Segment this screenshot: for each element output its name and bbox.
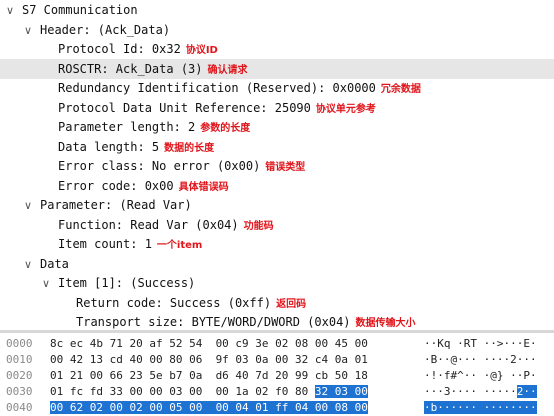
hex-bytes[interactable]: 01 21 00 66 23 5e b7 0a d6 40 7d 20 99 c… [50,368,368,384]
tree-item[interactable]: ROSCTR: Ack_Data (3) 确认请求 [0,58,554,79]
tree-item[interactable]: ∨ Data [0,254,69,274]
expand-toggle-icon[interactable]: ∨ [22,21,34,41]
tree-item[interactable]: Error class: No error (0x00) 错误类型 [0,156,305,176]
tree-item-text: Error class: No error (0x00) [58,159,261,173]
tree-item-text: Protocol Data Unit Reference: 25090 [58,100,311,115]
hex-row[interactable]: 0030 01 fc fd 33 00 00 03 00 00 1a 02 f0 … [0,384,554,400]
hex-ascii-selected: 2·· [516,385,537,398]
tree-item-text: Parameter: (Read Var) [40,198,192,212]
tree-item[interactable]: Transport size: BYTE/WORD/DWORD (0x04) 数据… [0,312,416,330]
tree-item[interactable]: Redundancy Identification (Reserved): 0x… [0,78,421,98]
hex-ascii-plain: ·!·f#^·· ·@} ··P· [424,369,537,382]
hex-bytes-plain: 01 fc fd 33 00 00 03 00 00 1a 02 f0 80 [50,385,315,398]
hex-bytes[interactable]: 00 42 13 cd 40 00 80 06 9f 03 0a 00 32 c… [50,352,368,368]
annotation-label: 确认请求 [207,64,248,76]
hex-ascii-plain: ··Kq ·RT ··>···E· [424,337,537,350]
hex-row[interactable]: 0040 00 62 02 00 02 00 05 00 00 04 01 ff … [0,400,554,416]
hex-ascii-selected: ·b······ ········ [424,401,537,414]
tree-item[interactable]: Function: Read Var (0x04) 功能码 [0,215,274,235]
expand-toggle-icon[interactable]: ∨ [22,196,34,216]
tree-item[interactable]: Protocol Data Unit Reference: 25090 协议单元参… [0,98,376,118]
expand-toggle-icon[interactable]: ∨ [4,1,16,21]
tree-item[interactable]: Data length: 5 数据的长度 [0,137,214,157]
hex-offset: 0000 [6,337,33,350]
tree-item-text: Protocol Id: 0x32 [58,42,181,56]
annotation-label: 具体错误码 [178,181,229,193]
packet-bytes-pane[interactable]: 0000 8c ec 4b 71 20 af 52 54 00 c9 3e 02 … [0,333,554,416]
tree-item-text: Item [1]: (Success) [58,276,196,290]
tree-item-text: Function: Read Var (0x04) [58,217,239,232]
hex-ascii[interactable]: ·b······ ········ [424,400,537,416]
hex-ascii[interactable]: ·B··@··· ····2··· [424,352,537,368]
tree-item[interactable]: ∨ Parameter: (Read Var) [0,195,192,215]
annotation-label: 错误类型 [265,162,306,173]
hex-bytes[interactable]: 8c ec 4b 71 20 af 52 54 00 c9 3e 02 08 0… [50,336,368,352]
tree-item[interactable]: Item count: 1 一个item [0,234,202,254]
tree-item-text: Transport size: BYTE/WORD/DWORD (0x04) [76,315,351,329]
hex-ascii-plain: ···3···· ····· [424,385,517,398]
annotation-label: 冗余数据 [380,84,421,95]
annotation-label: 一个item [156,240,203,251]
annotation-label: 参数的长度 [200,123,251,134]
tree-item[interactable]: ∨ Header: (Ack_Data) [0,20,170,40]
annotation-label: 数据的长度 [164,142,215,154]
tree-item-text: Item count: 1 [58,237,152,251]
tree-item-text: Return code: Success (0xff) [76,295,272,310]
tree-item-text: Parameter length: 2 [58,120,196,134]
annotation-label: 功能码 [243,220,274,232]
tree-item[interactable]: Protocol Id: 0x32 协议ID [0,39,218,59]
hex-bytes[interactable]: 01 fc fd 33 00 00 03 00 00 1a 02 f0 80 3… [50,384,368,400]
hex-ascii[interactable]: ···3···· ·····2·· [424,384,537,400]
hex-ascii[interactable]: ·!·f#^·· ·@} ··P· [424,368,537,384]
tree-item[interactable]: ∨ S7 Communication [0,0,138,20]
expand-toggle-icon[interactable]: ∨ [22,255,34,275]
hex-bytes-plain: 01 21 00 66 23 5e b7 0a d6 40 7d 20 99 c… [50,369,368,382]
annotation-label: 返回码 [276,298,307,310]
annotation-label: 协议ID [185,45,218,56]
hex-offset: 0010 [6,353,33,366]
annotation-label: 数据传输大小 [355,318,416,329]
hex-bytes-plain: 00 42 13 cd 40 00 80 06 9f 03 0a 00 32 c… [50,353,368,366]
packet-details-pane[interactable]: ∨ S7 Communication ∨ Header: (Ack_Data) Prot… [0,0,554,330]
annotation-label: 协议单元参考 [315,103,376,115]
hex-row[interactable]: 0010 00 42 13 cd 40 00 80 06 9f 03 0a 00 … [0,352,554,368]
hex-bytes-plain: 8c ec 4b 71 20 af 52 54 00 c9 3e 02 08 0… [50,337,368,350]
tree-item-text: ROSCTR: Ack_Data (3) [58,61,203,76]
hex-row[interactable]: 0020 01 21 00 66 23 5e b7 0a d6 40 7d 20 … [0,368,554,384]
hex-offset: 0020 [6,369,33,382]
hex-bytes-selected: 00 62 02 00 02 00 05 00 00 04 01 ff 04 0… [50,401,368,414]
tree-item[interactable]: Parameter length: 2 参数的长度 [0,117,250,137]
expand-toggle-icon[interactable]: ∨ [40,274,52,294]
tree-item-text: Data length: 5 [58,139,160,154]
hex-offset: 0030 [6,385,33,398]
hex-row[interactable]: 0000 8c ec 4b 71 20 af 52 54 00 c9 3e 02 … [0,336,554,352]
hex-bytes-selected: 32 03 00 [314,385,368,398]
hex-ascii-plain: ·B··@··· ····2··· [424,353,537,366]
tree-item[interactable]: Return code: Success (0xff) 返回码 [0,293,306,313]
hex-ascii[interactable]: ··Kq ·RT ··>···E· [424,336,537,352]
tree-item-text: S7 Communication [22,3,138,17]
tree-item-text: Redundancy Identification (Reserved): 0x… [58,81,376,95]
tree-item[interactable]: Error code: 0x00 具体错误码 [0,176,229,196]
tree-item-text: Error code: 0x00 [58,178,174,193]
tree-item-text: Data [40,256,69,271]
tree-item[interactable]: ∨ Item [1]: (Success) [0,273,195,293]
hex-bytes[interactable]: 00 62 02 00 02 00 05 00 00 04 01 ff 04 0… [50,400,368,416]
tree-item-text: Header: (Ack_Data) [40,22,171,37]
hex-offset: 0040 [6,401,33,414]
